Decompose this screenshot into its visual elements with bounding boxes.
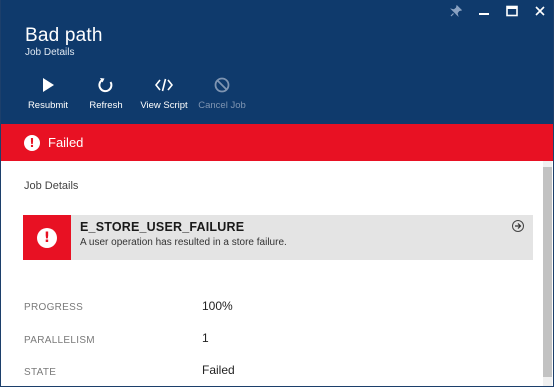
error-message: A user operation has resulted in a store… (80, 237, 287, 248)
exclamation-icon: ! (24, 134, 40, 151)
status-banner: ! Failed (1, 124, 553, 161)
cancel-icon (214, 76, 230, 94)
play-icon (41, 76, 55, 94)
section-title: Job Details (24, 180, 79, 192)
error-icon: ! (37, 227, 57, 248)
error-code: E_STORE_USER_FAILURE (80, 220, 245, 234)
state-value: Failed (202, 363, 235, 377)
blade-subtitle: Job Details (25, 47, 75, 58)
error-badge: ! (23, 215, 71, 260)
parallelism-value: 1 (202, 331, 209, 345)
view-script-button[interactable]: View Script (135, 76, 193, 111)
close-icon[interactable] (533, 4, 547, 18)
maximize-icon[interactable] (505, 4, 519, 18)
blade-window: Bad path Job Details Resubmit Refresh Vi… (0, 0, 554, 387)
state-label: STATE (24, 367, 57, 378)
cancel-job-label: Cancel Job (198, 100, 246, 111)
refresh-label: Refresh (89, 100, 123, 111)
error-card[interactable]: ! E_STORE_USER_FAILURE A user operation … (23, 215, 533, 260)
refresh-icon (98, 76, 114, 94)
minimize-icon[interactable] (477, 4, 491, 18)
resubmit-label: Resubmit (27, 100, 69, 111)
status-text: Failed (48, 135, 84, 150)
cancel-job-button[interactable]: Cancel Job (193, 76, 251, 111)
scrollbar-thumb[interactable] (543, 167, 552, 377)
progress-label: PROGRESS (24, 302, 84, 313)
view-script-label: View Script (140, 100, 188, 111)
blade-content: Job Details ! E_STORE_USER_FAILURE A use… (1, 161, 545, 386)
refresh-button[interactable]: Refresh (77, 76, 135, 111)
progress-value: 100% (202, 299, 233, 313)
resubmit-button[interactable]: Resubmit (19, 76, 77, 111)
command-bar: Resubmit Refresh View Script Cancel Job (19, 76, 251, 111)
parallelism-label: PARALLELISM (24, 335, 95, 346)
window-controls (449, 4, 547, 18)
blade-header: Bad path Job Details Resubmit Refresh Vi… (1, 0, 553, 124)
blade-title: Bad path (25, 25, 103, 46)
pin-icon[interactable] (449, 4, 463, 18)
error-body: E_STORE_USER_FAILURE A user operation ha… (71, 215, 287, 260)
arrow-right-circle-icon[interactable] (512, 220, 524, 232)
vertical-scrollbar[interactable] (543, 161, 552, 386)
code-icon (155, 76, 173, 94)
